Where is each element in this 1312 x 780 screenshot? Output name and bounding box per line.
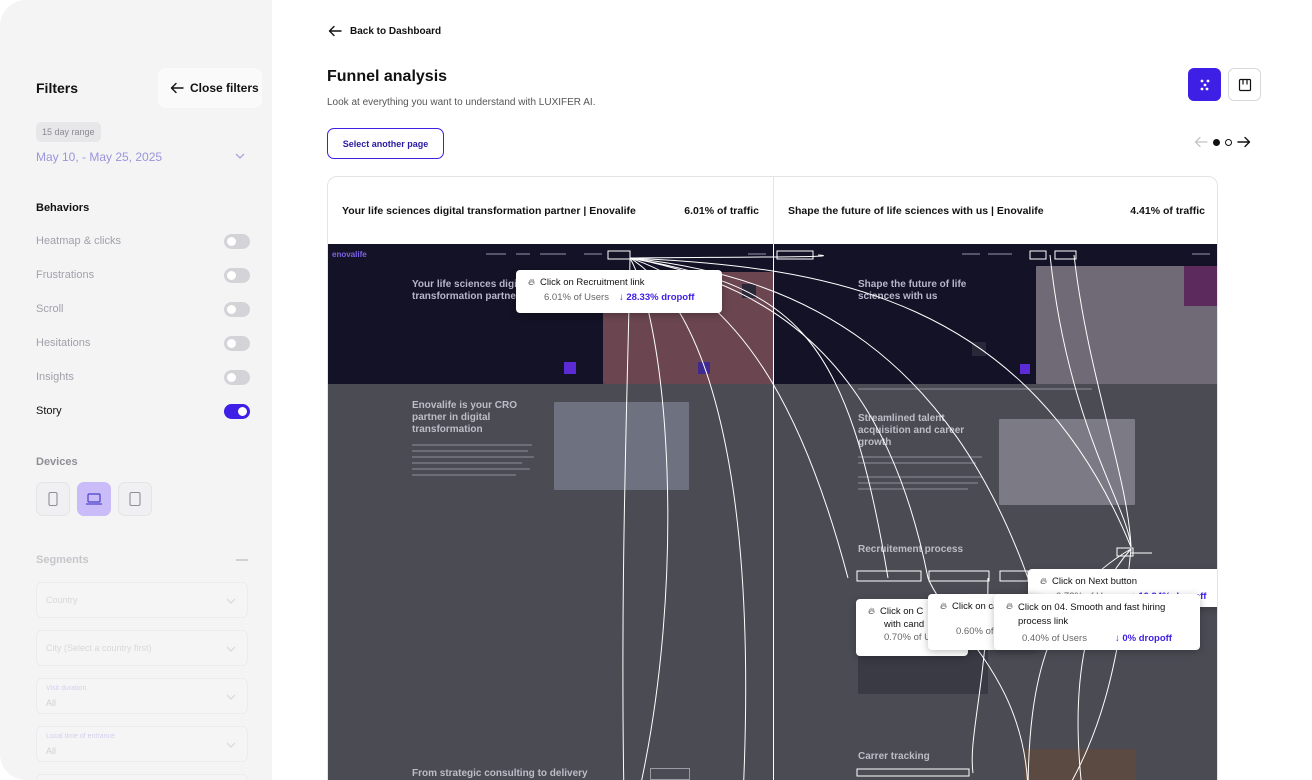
toggle-knob xyxy=(227,236,236,246)
close-filters-label: Close filters xyxy=(190,81,259,95)
tooltip-users: 6.01% of Users xyxy=(544,292,609,303)
tooltip-users: 0.40% of Users xyxy=(1022,633,1087,644)
behavior-label: Heatmap & clicks xyxy=(36,235,121,247)
toggle-knob xyxy=(227,270,236,280)
process-text: Recruitement process xyxy=(858,544,964,555)
behaviors-title: Behaviors xyxy=(36,202,90,214)
behavior-toggle[interactable] xyxy=(224,335,250,351)
page-subtitle: Look at everything you want to understan… xyxy=(327,97,596,108)
behavior-row[interactable]: Story xyxy=(36,402,250,420)
columns-icon xyxy=(1238,78,1251,91)
tooltip-title: Click on Recruitment link xyxy=(539,277,645,288)
mobile-icon xyxy=(48,491,58,507)
device-mobile-button[interactable] xyxy=(36,482,70,516)
page-logo: enovalife xyxy=(332,250,367,259)
behavior-toggle[interactable] xyxy=(224,301,250,317)
funnel-step-tooltip[interactable]: 🔥︎ Click on 04. Smooth and fast hiring pr… xyxy=(994,594,1200,650)
pager-dot-active[interactable] xyxy=(1213,138,1220,146)
toggle-knob xyxy=(227,372,236,382)
behavior-toggle[interactable] xyxy=(224,233,250,249)
page-title-text: Your life sciences digital transformatio… xyxy=(342,204,636,217)
chevron-down-icon[interactable] xyxy=(234,150,246,162)
filters-title: Filters xyxy=(36,80,79,96)
fire-icon: 🔥︎ xyxy=(1040,576,1047,587)
tracking-text: Carrer tracking xyxy=(858,751,930,762)
behavior-toggle[interactable] xyxy=(224,267,250,283)
page-column-header: Your life sciences digital transformatio… xyxy=(328,177,773,244)
behavior-label: Story xyxy=(36,405,62,417)
tooltip-title-line-2: with cand xyxy=(884,619,925,630)
back-to-dashboard-link[interactable]: Back to Dashboard xyxy=(328,25,441,37)
section-text: Enovalife is your CRO partner in digital… xyxy=(412,400,518,435)
fire-icon: 🔥︎ xyxy=(1006,601,1013,612)
funnel-step-tooltip[interactable]: 🔥︎ Click on Recruitment link 6.01% of Use… xyxy=(516,270,722,313)
funnel-view-button[interactable] xyxy=(1188,68,1221,101)
behavior-row[interactable]: Scroll xyxy=(36,300,250,318)
page-column-header: Shape the future of life sciences with u… xyxy=(774,177,1217,244)
toggle-knob xyxy=(238,406,247,416)
laptop-icon xyxy=(86,493,102,505)
behavior-row[interactable]: Frustrations xyxy=(36,266,250,284)
footer-text: From strategic consulting to delivery xyxy=(412,768,588,779)
board-view-button[interactable] xyxy=(1228,68,1261,101)
device-tablet-button[interactable] xyxy=(118,482,152,516)
tooltip-title: Click on C xyxy=(879,606,924,617)
fire-icon: 🔥︎ xyxy=(940,601,947,612)
page-title: Funnel analysis xyxy=(327,68,448,85)
page-screenshot: Shape the future of life sciences with u… xyxy=(774,244,1217,780)
page-pager xyxy=(1194,136,1251,148)
fire-icon: 🔥︎ xyxy=(528,277,535,288)
funnel-board: Your life sciences digital transformatio… xyxy=(327,176,1218,780)
hero-text: Shape the future of life sciences with u… xyxy=(858,279,967,302)
behavior-toggle[interactable] xyxy=(224,369,250,385)
date-range-picker[interactable]: May 10, - May 25, 2025 xyxy=(36,150,162,164)
arrow-left-icon xyxy=(328,25,342,37)
behavior-label: Frustrations xyxy=(36,269,95,281)
behavior-toggle[interactable] xyxy=(224,403,250,419)
behavior-label: Hesitations xyxy=(36,337,91,349)
tablet-icon xyxy=(129,491,141,507)
tooltip-title: Click on 04. Smooth and fast hiring proc… xyxy=(1017,602,1166,627)
page-title-text: Shape the future of life sciences with u… xyxy=(788,204,1044,217)
select-another-page-button[interactable]: Select another page xyxy=(327,128,444,159)
page-screenshot: enovalife Your life sciences digital tra… xyxy=(328,244,773,780)
back-label: Back to Dashboard xyxy=(350,25,442,37)
pager-dot[interactable] xyxy=(1225,138,1232,146)
arrow-left-icon[interactable] xyxy=(1194,136,1208,148)
fire-icon: 🔥︎ xyxy=(868,606,875,617)
behavior-row[interactable]: Insights xyxy=(36,368,250,386)
tooltip-title: Click on Next button xyxy=(1051,576,1137,587)
tooltip-dropoff: 0% dropoff xyxy=(1122,633,1172,644)
arrow-right-icon[interactable] xyxy=(1237,136,1251,148)
arrow-left-icon xyxy=(170,82,184,94)
app-root: Filters Close filters 15 day range May 1… xyxy=(0,0,1312,780)
behavior-label: Scroll xyxy=(36,303,64,315)
range-badge: 15 day range xyxy=(36,122,101,142)
behavior-row[interactable]: Heatmap & clicks xyxy=(36,232,250,250)
filters-sidebar: Filters Close filters 15 day range May 1… xyxy=(0,0,272,780)
page-traffic: 6.01% of traffic xyxy=(684,204,759,217)
close-filters-button[interactable]: Close filters xyxy=(158,68,262,108)
section-text: Streamlined talent acquisition and caree… xyxy=(858,413,965,448)
behavior-row[interactable]: Hesitations xyxy=(36,334,250,352)
toggle-knob xyxy=(227,304,236,314)
tooltip-dropoff: 28.33% dropoff xyxy=(626,292,695,303)
funnel-nodes-icon xyxy=(1200,79,1209,90)
page-traffic: 4.41% of traffic xyxy=(1130,204,1205,217)
toggle-knob xyxy=(227,338,236,348)
device-laptop-button[interactable] xyxy=(77,482,111,516)
behavior-label: Insights xyxy=(36,371,74,383)
devices-title: Devices xyxy=(36,456,78,468)
